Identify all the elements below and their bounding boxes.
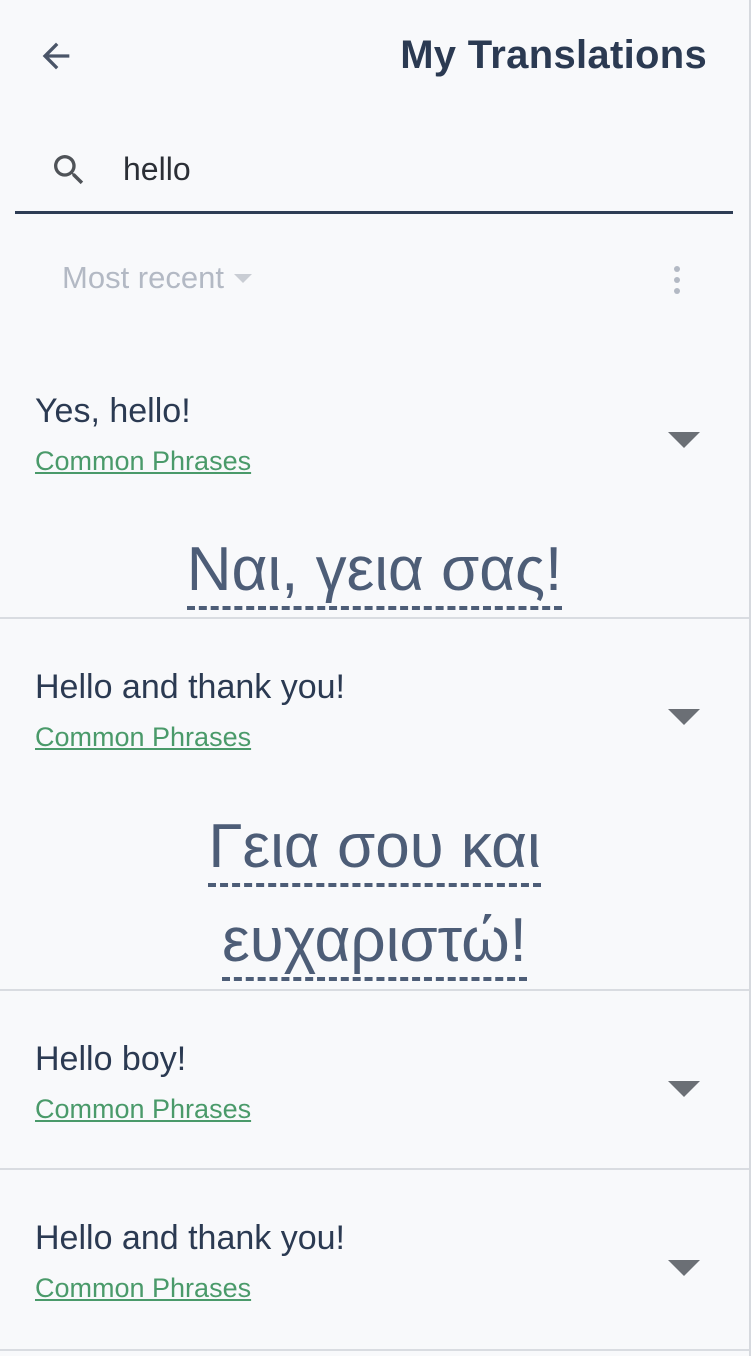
chevron-down-icon[interactable]: [668, 1258, 702, 1278]
item-translation: ευχαριστώ!: [0, 895, 749, 987]
back-button[interactable]: [30, 30, 82, 82]
sort-dropdown[interactable]: Most recent: [62, 256, 252, 300]
item-translation: Ναι, γεια σας!: [0, 524, 749, 616]
search-bar: [15, 130, 733, 214]
translation-text[interactable]: Γεια σου και: [208, 812, 541, 887]
item-title: Hello and thank you!: [35, 1219, 345, 1257]
app-header: My Translations: [0, 0, 749, 112]
search-input[interactable]: [123, 142, 703, 196]
item-title: Yes, hello!: [35, 392, 191, 430]
list-item: Yes, hello! Common Phrases Ναι, γεια σας…: [0, 340, 749, 619]
translations-screen: My Translations Most recent Yes, hello! …: [0, 0, 751, 1356]
chevron-down-icon[interactable]: [668, 1079, 702, 1099]
item-category-link[interactable]: Common Phrases: [35, 444, 251, 478]
list-item: Hello and thank you! Common Phrases Γεια…: [0, 619, 749, 991]
more-vertical-icon-dot: [674, 288, 680, 294]
chevron-down-icon[interactable]: [668, 430, 702, 450]
item-category-link[interactable]: Common Phrases: [35, 720, 251, 754]
page-title: My Translations: [400, 33, 707, 77]
sort-label: Most recent: [62, 260, 224, 295]
list-item: Hello boy! Common Phrases: [0, 991, 749, 1170]
item-category-link[interactable]: Common Phrases: [35, 1271, 251, 1305]
chevron-down-icon[interactable]: [668, 707, 702, 727]
item-title: Hello boy!: [35, 1040, 187, 1078]
item-category-link[interactable]: Common Phrases: [35, 1092, 251, 1126]
more-vertical-icon-dot: [674, 277, 680, 283]
sort-row: Most recent: [0, 250, 749, 310]
translation-text[interactable]: Ναι, γεια σας!: [186, 535, 563, 610]
item-title: Hello and thank you!: [35, 668, 345, 706]
arrow-left-icon: [42, 42, 70, 70]
caret-down-icon: [233, 273, 252, 283]
list-item: Hello and thank you! Common Phrases: [0, 1170, 749, 1351]
more-options-button[interactable]: [664, 260, 690, 300]
item-translation: Γεια σου και: [0, 801, 749, 893]
more-vertical-icon-dot: [674, 266, 680, 272]
search-icon: [54, 155, 84, 185]
translation-text[interactable]: ευχαριστώ!: [222, 906, 527, 981]
